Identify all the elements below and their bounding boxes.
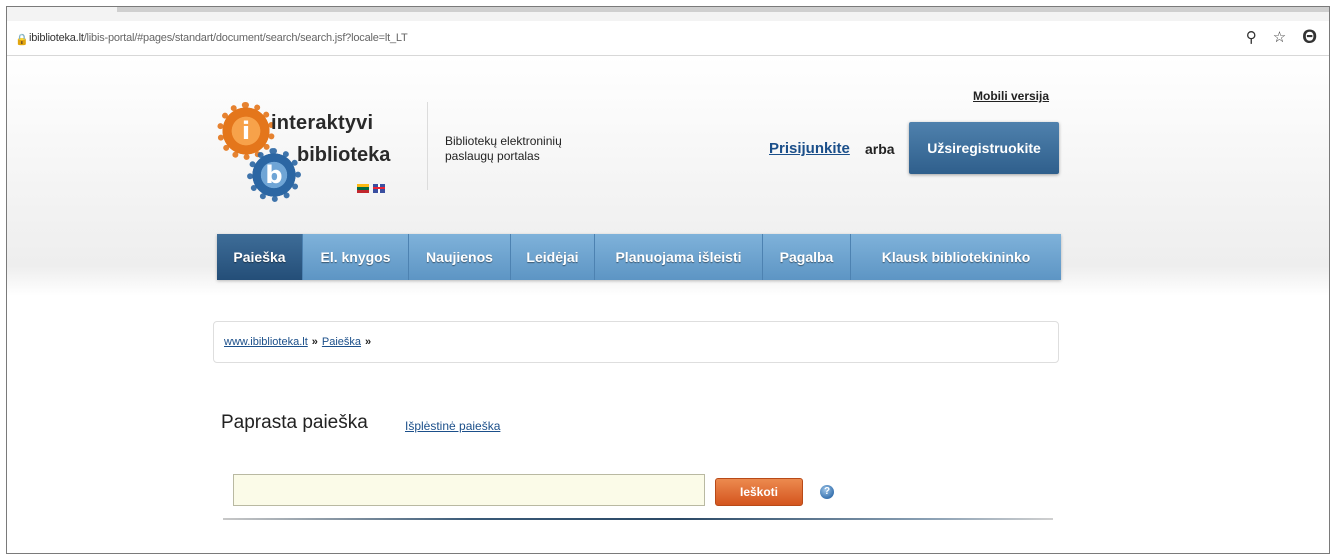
page-content: Mobili versija i b interaktyvi bibliotek… [7, 56, 1329, 553]
breadcrumb-current[interactable]: Paieška [322, 336, 361, 348]
logo-text-line2: biblioteka [297, 144, 391, 166]
star-icon[interactable]: ☆ [1273, 28, 1286, 48]
main-navigation: Paieška El. knygos Naujienos Leidėjai Pl… [217, 234, 1061, 280]
search-input[interactable] [233, 474, 705, 506]
search-button[interactable]: Ieškoti [715, 478, 803, 506]
url-text[interactable]: ibiblioteka.lt/libis-portal/#pages/stand… [29, 32, 408, 44]
nav-item-help[interactable]: Pagalba [763, 234, 851, 280]
url-path: /libis-portal/#pages/standart/document/s… [83, 32, 408, 44]
language-flags [357, 184, 385, 193]
profile-icon[interactable]: Θ [1302, 28, 1317, 48]
header-divider [427, 102, 428, 190]
breadcrumb-separator: » [311, 336, 318, 348]
breadcrumb-separator-trailing: » [365, 336, 372, 348]
tab-strip [7, 7, 1329, 21]
zoom-icon[interactable]: ⚲ [1246, 28, 1257, 48]
or-text: arba [865, 141, 895, 157]
gear-b-icon: b [247, 148, 301, 202]
nav-item-ebooks[interactable]: El. knygos [303, 234, 409, 280]
lock-icon: 🔒 [15, 34, 29, 46]
login-link[interactable]: Prisijunkite [769, 140, 850, 157]
advanced-search-link[interactable]: Išplėstinė paieška [405, 419, 500, 433]
browser-window: 🔒 ibiblioteka.lt/libis-portal/#pages/sta… [6, 6, 1330, 554]
english-flag-icon[interactable] [373, 184, 385, 193]
register-button[interactable]: Užsiregistruokite [909, 122, 1059, 174]
breadcrumb: www.ibiblioteka.lt» Paieška» [213, 321, 1059, 363]
search-title: Paprasta paieška [221, 412, 368, 433]
breadcrumb-home[interactable]: www.ibiblioteka.lt [224, 336, 308, 348]
mobile-version-link[interactable]: Mobili versija [973, 89, 1049, 103]
address-bar-icons: ⚲ ☆ Θ [1246, 28, 1317, 48]
site-logo[interactable]: i b interaktyvi biblioteka [217, 100, 407, 210]
tab-edge [117, 7, 1329, 12]
lithuanian-flag-icon[interactable] [357, 184, 369, 193]
help-icon[interactable]: ? [820, 485, 834, 499]
gear-i-icon: i [217, 102, 275, 160]
logo-text-line1: interaktyvi [271, 112, 374, 134]
url-host: ibiblioteka.lt [29, 32, 84, 44]
nav-item-upcoming[interactable]: Planuojama išleisti [595, 234, 763, 280]
search-underline [223, 518, 1053, 520]
portal-tagline: Bibliotekų elektroninių paslaugų portala… [445, 134, 562, 163]
nav-item-search[interactable]: Paieška [217, 234, 303, 280]
address-bar[interactable]: 🔒 ibiblioteka.lt/libis-portal/#pages/sta… [7, 21, 1329, 56]
nav-item-news[interactable]: Naujienos [409, 234, 511, 280]
nav-item-ask-librarian[interactable]: Klausk bibliotekininko [851, 234, 1061, 280]
nav-item-publishers[interactable]: Leidėjai [511, 234, 595, 280]
